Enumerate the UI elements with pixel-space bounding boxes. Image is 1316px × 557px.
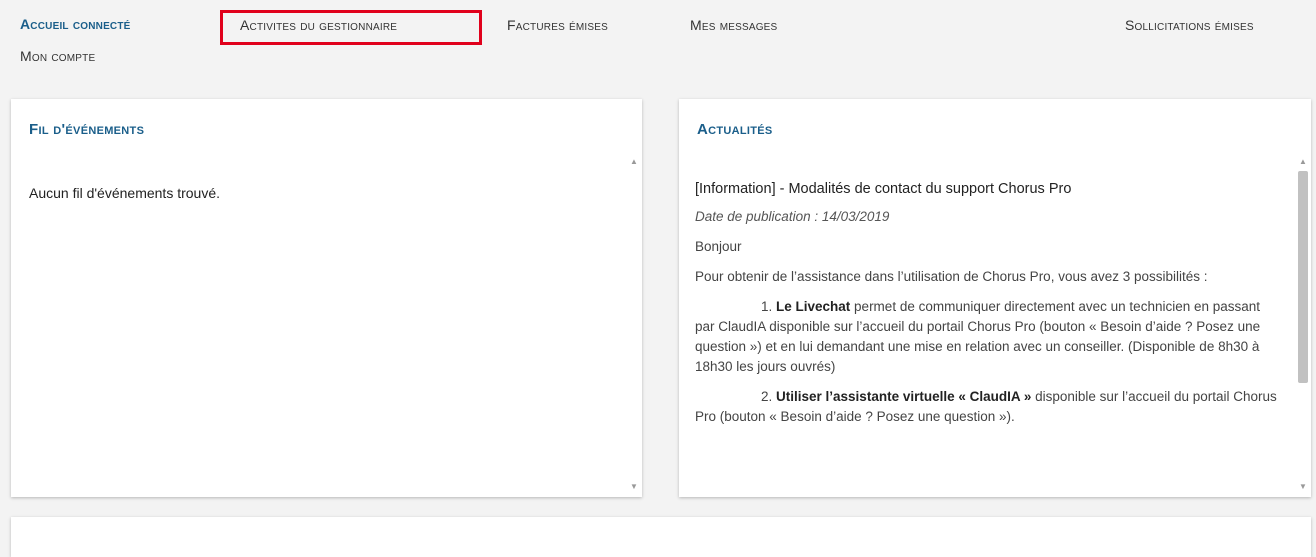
- events-panel-title: Fil d'événements: [29, 121, 145, 138]
- events-empty-message: Aucun fil d'événements trouvé.: [29, 185, 221, 201]
- article-item-2: 2. Utiliser l’assistante virtuelle « Cla…: [695, 387, 1283, 427]
- item-2-bold: Utiliser l’assistante virtuelle « ClaudI…: [776, 389, 1032, 404]
- bottom-panel: [11, 517, 1311, 557]
- news-panel: Actualités [Information] - Modalités de …: [679, 99, 1311, 497]
- article-item-1: 1. Le Livechat permet de communiquer dir…: [695, 297, 1283, 377]
- scroll-down-arrow-icon[interactable]: ▼: [1297, 482, 1309, 491]
- item-1-number: 1.: [761, 299, 777, 314]
- events-panel: Fil d'événements Aucun fil d'événements …: [11, 99, 642, 497]
- item-2-number: 2.: [761, 389, 777, 404]
- nav-activites-gestionnaire[interactable]: Activites du gestionnaire: [240, 17, 397, 33]
- article-date: Date de publication : 14/03/2019: [695, 209, 890, 224]
- top-navigation: Accueil connecté Activites du gestionnai…: [0, 0, 1316, 80]
- scroll-down-arrow-icon[interactable]: ▼: [628, 482, 640, 491]
- events-scrollbar[interactable]: ▲ ▼: [628, 155, 640, 493]
- nav-mes-messages[interactable]: Mes messages: [690, 17, 777, 33]
- news-panel-title: Actualités: [697, 121, 773, 138]
- article-greeting: Bonjour: [695, 239, 742, 254]
- nav-mon-compte[interactable]: Mon compte: [20, 48, 95, 64]
- news-article: [Information] - Modalités de contact du …: [695, 179, 1283, 437]
- nav-sollicitations-emises[interactable]: Sollicitations émises: [1125, 17, 1254, 33]
- news-scrollbar-thumb[interactable]: [1298, 171, 1308, 383]
- scroll-up-arrow-icon[interactable]: ▲: [628, 157, 640, 166]
- nav-factures-emises[interactable]: Factures émises: [507, 17, 608, 33]
- news-scrollbar[interactable]: ▲ ▼: [1297, 155, 1309, 493]
- article-title: [Information] - Modalités de contact du …: [695, 181, 1072, 197]
- scroll-up-arrow-icon[interactable]: ▲: [1297, 157, 1309, 166]
- item-1-bold: Le Livechat: [776, 299, 851, 314]
- article-intro: Pour obtenir de l’assistance dans l’util…: [695, 269, 1208, 284]
- nav-accueil-connecte[interactable]: Accueil connecté: [20, 16, 131, 32]
